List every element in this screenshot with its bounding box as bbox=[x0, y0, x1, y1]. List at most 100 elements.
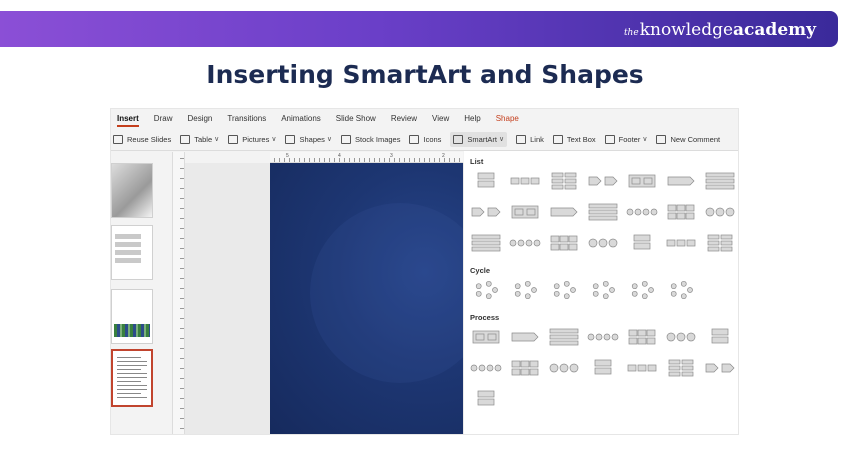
ruler-tick bbox=[180, 338, 184, 339]
ruler-tick bbox=[180, 158, 184, 159]
reuse-slides-button[interactable]: Reuse Slides bbox=[113, 134, 171, 144]
smartart-button[interactable]: SmartArt ∨ bbox=[450, 131, 508, 147]
ruler-tick bbox=[180, 208, 184, 209]
smartart-layout-thumbnail-icon bbox=[549, 328, 579, 346]
icons-button[interactable]: Icons bbox=[409, 134, 441, 144]
smartart-layout-process[interactable] bbox=[704, 358, 736, 378]
slide-thumbnail-3[interactable] bbox=[111, 289, 153, 344]
smartart-layout-thumbnail-icon bbox=[711, 328, 729, 344]
table-button[interactable]: Table ∨ bbox=[180, 134, 219, 144]
smartart-layout-process[interactable] bbox=[548, 358, 580, 378]
tab-insert[interactable]: Insert bbox=[117, 114, 139, 127]
smartart-layout-list[interactable] bbox=[626, 171, 658, 191]
slide-thumbnail-2[interactable] bbox=[111, 225, 153, 280]
thumbnail-text-bar bbox=[115, 234, 141, 239]
smartart-layout-list[interactable] bbox=[587, 233, 619, 253]
current-slide[interactable] bbox=[270, 163, 463, 434]
smartart-layout-cycle[interactable] bbox=[509, 280, 541, 300]
smartart-layout-list[interactable] bbox=[704, 233, 736, 253]
smartart-layout-cycle[interactable] bbox=[548, 280, 580, 300]
smartart-layout-list[interactable] bbox=[587, 171, 619, 191]
tab-draw[interactable]: Draw bbox=[154, 114, 173, 123]
chevron-down-icon: ∨ bbox=[499, 136, 505, 143]
smartart-layout-cycle[interactable] bbox=[470, 280, 502, 300]
smartart-layout-process[interactable] bbox=[470, 327, 502, 347]
smartart-layout-thumbnail-icon bbox=[670, 280, 693, 300]
smartart-layout-list[interactable] bbox=[704, 171, 736, 191]
smartart-layout-list[interactable] bbox=[665, 233, 697, 253]
smartart-layout-process[interactable] bbox=[665, 358, 697, 378]
tab-animations[interactable]: Animations bbox=[281, 114, 321, 123]
smartart-layout-process[interactable] bbox=[470, 389, 502, 409]
smartart-layout-thumbnail-icon bbox=[628, 329, 656, 345]
smartart-layout-list[interactable] bbox=[548, 171, 580, 191]
smartart-layout-process[interactable] bbox=[548, 327, 580, 347]
smartart-layout-process[interactable] bbox=[470, 358, 502, 378]
link-button[interactable]: Link bbox=[516, 134, 544, 144]
smartart-layout-list[interactable] bbox=[509, 233, 541, 253]
smartart-layout-list[interactable] bbox=[704, 202, 736, 222]
ruler-tick bbox=[274, 158, 275, 162]
ruler-tick bbox=[299, 158, 300, 162]
footer-button[interactable]: Footer ∨ bbox=[604, 134, 648, 144]
stock-images-button[interactable]: Stock Images bbox=[341, 134, 400, 144]
text-box-button[interactable]: Text Box bbox=[552, 134, 596, 144]
ruler-tick bbox=[429, 158, 430, 162]
smartart-layout-list[interactable] bbox=[509, 202, 541, 222]
ruler-tick bbox=[180, 378, 184, 379]
smartart-layout-list[interactable] bbox=[665, 202, 697, 222]
smartart-layout-process[interactable] bbox=[626, 327, 658, 347]
ribbon-tab-bar: Insert Draw Design Transitions Animations Sli… bbox=[111, 109, 738, 128]
ruler-number: 4 bbox=[338, 153, 341, 159]
tab-design[interactable]: Design bbox=[187, 114, 212, 123]
tab-shape[interactable]: Shape bbox=[496, 114, 519, 123]
smartart-layout-list[interactable] bbox=[626, 233, 658, 253]
tab-help[interactable]: Help bbox=[464, 114, 480, 123]
smartart-layout-list[interactable] bbox=[470, 233, 502, 253]
brand-logo-the: the bbox=[623, 28, 639, 38]
ruler-tick bbox=[180, 258, 184, 259]
smartart-layout-thumbnail-icon bbox=[705, 363, 735, 373]
smartart-layout-process[interactable] bbox=[509, 358, 541, 378]
smartart-layout-list[interactable] bbox=[548, 233, 580, 253]
tab-review[interactable]: Review bbox=[391, 114, 417, 123]
smartart-layout-cycle[interactable] bbox=[626, 280, 658, 300]
thumbnail-text-line bbox=[117, 389, 147, 390]
thumbnail-text-line bbox=[117, 393, 141, 394]
smartart-layout-process[interactable] bbox=[704, 327, 736, 347]
smartart-layout-list[interactable] bbox=[470, 171, 502, 191]
ruler-tick bbox=[329, 158, 330, 162]
smartart-layout-process[interactable] bbox=[509, 327, 541, 347]
slide-thumbnail-4-selected[interactable] bbox=[111, 349, 153, 407]
smartart-layout-thumbnail-icon bbox=[477, 390, 495, 406]
ruler-tick bbox=[324, 158, 325, 162]
smartart-layout-cycle[interactable] bbox=[587, 280, 619, 300]
tab-slide-show[interactable]: Slide Show bbox=[336, 114, 376, 123]
text-box-icon bbox=[552, 134, 563, 144]
slide-thumbnail-1[interactable] bbox=[111, 163, 153, 218]
smartart-layout-process[interactable] bbox=[587, 327, 619, 347]
smartart-layout-list[interactable] bbox=[626, 202, 658, 222]
smartart-layout-list[interactable] bbox=[548, 202, 580, 222]
tab-view[interactable]: View bbox=[432, 114, 449, 123]
smartart-layout-process[interactable] bbox=[626, 358, 658, 378]
slide-editing-canvas[interactable] bbox=[185, 163, 464, 434]
smartart-layout-list[interactable] bbox=[587, 202, 619, 222]
smartart-layout-list[interactable] bbox=[509, 171, 541, 191]
new-comment-icon bbox=[656, 134, 667, 144]
smartart-layout-thumbnail-icon bbox=[588, 176, 618, 186]
smartart-layout-cycle[interactable] bbox=[665, 280, 697, 300]
smartart-layout-thumbnail-icon bbox=[594, 359, 612, 375]
smartart-layout-process[interactable] bbox=[665, 327, 697, 347]
brand-banner: theknowledgeacademy bbox=[0, 11, 838, 47]
pictures-button[interactable]: Pictures ∨ bbox=[228, 134, 276, 144]
tab-transitions[interactable]: Transitions bbox=[227, 114, 266, 123]
smartart-layout-list[interactable] bbox=[470, 202, 502, 222]
smartart-layout-list[interactable] bbox=[665, 171, 697, 191]
ruler-tick bbox=[180, 178, 184, 179]
chevron-down-icon: ∨ bbox=[642, 136, 648, 143]
smartart-layout-process[interactable] bbox=[587, 358, 619, 378]
new-comment-button[interactable]: New Comment bbox=[656, 134, 720, 144]
shapes-button[interactable]: Shapes ∨ bbox=[285, 134, 332, 144]
ruler-tick bbox=[180, 418, 184, 419]
